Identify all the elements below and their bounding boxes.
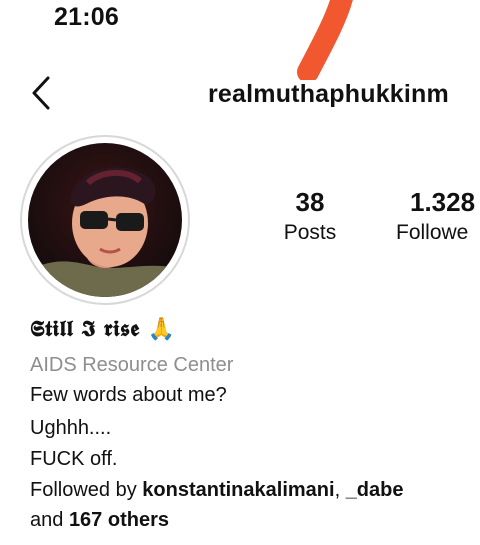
followed-by-others-line[interactable]: and 167 others	[30, 509, 169, 532]
followed-by-separator: ,	[334, 479, 346, 501]
followed-by-prefix: Followed by	[30, 479, 143, 501]
chevron-left-icon	[32, 76, 50, 110]
follower-link-2[interactable]: _dabe	[346, 479, 404, 501]
status-bar-time: 21:06	[54, 3, 119, 31]
followers-label[interactable]: Followe	[396, 221, 468, 245]
profile-username-title: realmuthaphukkinm	[208, 80, 449, 108]
posts-label[interactable]: Posts	[262, 221, 358, 245]
follower-link-1[interactable]: konstantinakalimani	[142, 479, 334, 501]
profile-avatar[interactable]	[28, 143, 182, 297]
profile-display-name: 𝕾𝖙𝖎𝖑𝖑 𝕴 𝖗𝖎𝖘𝖊 🙏	[30, 316, 176, 342]
followed-by-others-link[interactable]: 167 others	[69, 509, 169, 531]
bio-line: Few words about me?	[30, 384, 227, 406]
profile-category: AIDS Resource Center	[30, 354, 234, 376]
avatar-photo	[28, 143, 182, 297]
bio-line: FUCK off.	[30, 448, 118, 470]
red-marker-scribble	[297, 0, 353, 80]
followers-count[interactable]: 1.328	[410, 187, 475, 218]
back-button[interactable]	[24, 72, 60, 112]
followed-by-line[interactable]: Followed by konstantinakalimani, _dabe	[30, 479, 404, 502]
followed-by-and: and	[30, 509, 69, 531]
posts-count[interactable]: 38	[262, 187, 358, 218]
bio-line: Ughhh....	[30, 417, 112, 439]
